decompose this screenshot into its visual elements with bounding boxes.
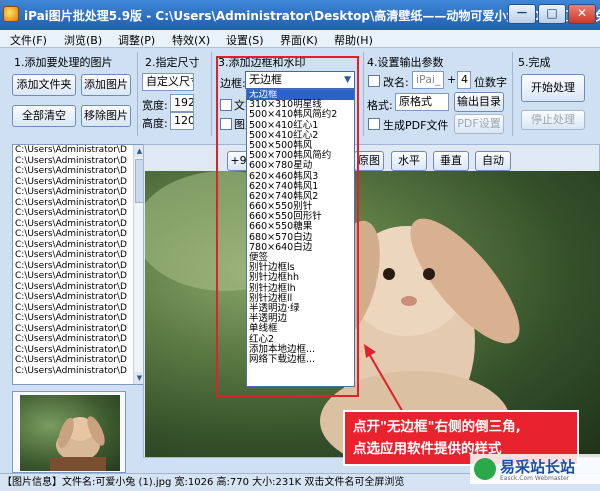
format-label: 格式:: [367, 99, 393, 112]
file-list-item[interactable]: C:\Users\Administrator\D: [13, 240, 145, 251]
section-add-images-label: 1.添加要处理的图片: [14, 56, 113, 69]
dropdown-option[interactable]: 单线框: [247, 324, 354, 334]
file-list-item[interactable]: C:\Users\Administrator\D: [13, 261, 145, 272]
file-list-item[interactable]: C:\Users\Administrator\D: [13, 271, 145, 282]
pdf-label: 生成PDF文件: [383, 119, 449, 132]
site-watermark: 易采站长站 Easck.Com Webmaster: [470, 454, 600, 484]
height-label: 高度:: [142, 117, 168, 130]
callout-arrow-icon: [364, 344, 405, 415]
thumbnail-preview: [12, 391, 126, 473]
file-list-item[interactable]: C:\Users\Administrator\D: [13, 303, 145, 314]
dropdown-options: 无边框 310×310明星线 500×410韩风简约2 500×410红心1 500×4…: [247, 90, 354, 365]
section-divider: [512, 52, 513, 136]
section-size-label: 2.指定尺寸: [145, 56, 200, 69]
menu-interface[interactable]: 界面(K): [280, 32, 318, 48]
file-list-item[interactable]: C:\Users\Administrator\D: [13, 229, 145, 240]
menu-file[interactable]: 文件(F): [10, 32, 47, 48]
file-list-item[interactable]: C:\Users\Administrator\D: [13, 282, 145, 293]
rename-label: 改名:: [383, 76, 409, 89]
auto-button[interactable]: 自动: [475, 151, 511, 171]
pdf-settings-button[interactable]: PDF设置: [454, 114, 504, 134]
rename-prefix-input[interactable]: iPai_: [412, 71, 444, 89]
section-divider: [137, 52, 138, 136]
output-dir-button[interactable]: 输出目录: [454, 92, 504, 112]
file-list-item[interactable]: C:\Users\Administrator\D: [13, 366, 145, 377]
size-preset-select[interactable]: 自定义尺寸: [142, 73, 194, 91]
section-divider: [211, 52, 212, 136]
section-output-label: 4.设置输出参数: [367, 56, 444, 69]
watermark-name: 易采站长站: [500, 458, 576, 476]
digits-input[interactable]: 4: [457, 71, 471, 89]
dropdown-option[interactable]: 600×780星动: [247, 161, 354, 171]
file-list-item[interactable]: C:\Users\Administrator\D: [13, 219, 145, 230]
add-folder-button[interactable]: 添加文件夹: [12, 74, 76, 96]
menu-effects[interactable]: 特效(X): [172, 32, 210, 48]
file-list-item[interactable]: C:\Users\Administrator\D: [13, 355, 145, 366]
file-list-item[interactable]: C:\Users\Administrator\D: [13, 208, 145, 219]
menu-help[interactable]: 帮助(H): [334, 32, 373, 48]
file-list-item[interactable]: C:\Users\Administrator\D: [13, 292, 145, 303]
remove-image-button[interactable]: 移除图片: [81, 105, 131, 127]
minimize-button[interactable]: －: [508, 4, 536, 24]
dropdown-option[interactable]: 网络下载边框...: [247, 354, 354, 365]
stop-button[interactable]: 停止处理: [521, 110, 585, 130]
maximize-button[interactable]: □: [538, 4, 566, 24]
start-button[interactable]: 开始处理: [521, 74, 585, 102]
file-list-item[interactable]: C:\Users\Administrator\D: [13, 198, 145, 209]
file-list-item[interactable]: C:\Users\Administrator\D: [13, 156, 145, 167]
vertical-flip-button[interactable]: 垂直: [433, 151, 469, 171]
file-list-item[interactable]: C:\Users\Administrator\D: [13, 313, 145, 324]
file-list-rows: C:\Users\Administrator\D C:\Users\Adminis…: [13, 145, 145, 376]
menu-bar: 文件(F) 浏览(B) 调整(P) 特效(X) 设置(S) 界面(K) 帮助(H…: [0, 30, 600, 48]
menu-settings[interactable]: 设置(S): [226, 32, 264, 48]
width-input[interactable]: 1920: [170, 94, 194, 112]
callout-line-1: 点开"无边框"右侧的倒三角,: [353, 419, 521, 435]
watermark-logo-icon: [474, 458, 496, 480]
app-icon: [3, 6, 19, 22]
clear-all-button[interactable]: 全部清空: [12, 105, 76, 127]
thumbnail-image: [20, 395, 120, 471]
pdf-checkbox[interactable]: [368, 118, 380, 130]
file-list-item[interactable]: C:\Users\Administrator\D: [13, 334, 145, 345]
border-style-dropdown[interactable]: 无边框 310×310明星线 500×410韩风简约2 500×410红心1 500×4…: [246, 89, 355, 387]
section-finish-label: 5.完成: [518, 56, 551, 69]
section-divider: [363, 52, 364, 136]
add-image-button[interactable]: 添加图片: [81, 74, 131, 96]
file-list[interactable]: C:\Users\Administrator\D C:\Users\Adminis…: [12, 144, 146, 385]
file-list-item[interactable]: C:\Users\Administrator\D: [13, 324, 145, 335]
file-list-item[interactable]: C:\Users\Administrator\D: [13, 187, 145, 198]
plus-sign: +: [447, 73, 457, 86]
file-list-item[interactable]: C:\Users\Administrator\D: [13, 250, 145, 261]
horizontal-flip-button[interactable]: 水平: [391, 151, 427, 171]
file-list-item[interactable]: C:\Users\Administrator\D: [13, 145, 145, 156]
rename-checkbox[interactable]: [368, 75, 380, 87]
watermark-subtitle: Easck.Com Webmaster: [500, 475, 570, 482]
file-list-item[interactable]: C:\Users\Administrator\D: [13, 166, 145, 177]
height-input[interactable]: 1200: [170, 112, 194, 130]
close-button[interactable]: ✕: [568, 4, 596, 24]
width-label: 宽度:: [142, 99, 168, 112]
digits-label: 位数字: [474, 76, 507, 89]
file-list-item[interactable]: C:\Users\Administrator\D: [13, 177, 145, 188]
menu-adjust[interactable]: 调整(P): [118, 32, 155, 48]
file-list-item[interactable]: C:\Users\Administrator\D: [13, 345, 145, 356]
title-bar: iPai图片批处理5.9版 - C:\Users\Administrator\D…: [0, 0, 600, 30]
format-select[interactable]: 原格式: [395, 93, 449, 111]
menu-browse[interactable]: 浏览(B): [64, 32, 102, 48]
